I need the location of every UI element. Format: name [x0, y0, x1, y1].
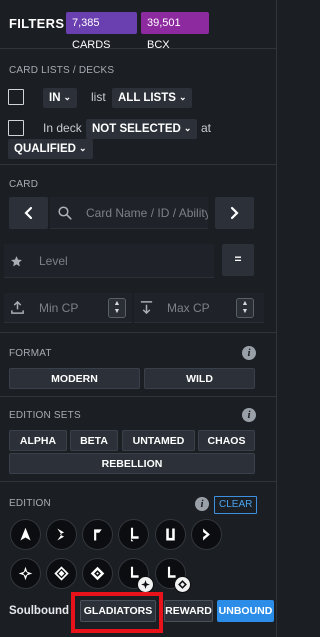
- upload-icon: [11, 300, 24, 314]
- section-divider: [0, 332, 276, 333]
- deck-select-value: NOT SELECTED: [92, 123, 181, 135]
- list-select[interactable]: ALL LISTS ⌄: [112, 88, 193, 108]
- level-operator-button[interactable]: =: [222, 244, 254, 276]
- deck-format-select-value: QUALIFIED: [14, 143, 76, 155]
- soulbound-unbound-button[interactable]: UNBOUND: [217, 600, 274, 622]
- rift-edition-icon[interactable]: [46, 558, 77, 589]
- info-icon[interactable]: i: [195, 497, 209, 511]
- caret-down-icon: ▼: [113, 308, 121, 315]
- bcx-count-badge: 39,501 BCX: [141, 12, 209, 51]
- caret-up-icon: ▲: [241, 300, 249, 307]
- edition-set-beta-button[interactable]: BETA: [70, 430, 118, 451]
- list-select-value: ALL LISTS: [118, 92, 176, 104]
- format-label: FORMAT: [9, 348, 52, 359]
- level-input[interactable]: Level: [4, 244, 214, 278]
- edition-set-alpha-button[interactable]: ALPHA: [9, 430, 67, 451]
- max-cp-placeholder: Max CP: [167, 301, 210, 315]
- chevron-down-icon: ⌄: [78, 143, 87, 153]
- edition-sets-label: EDITION SETS: [9, 410, 81, 421]
- chevron-left-icon: [24, 206, 33, 220]
- deck-filter-checkbox[interactable]: [8, 120, 24, 136]
- star-icon: [11, 256, 22, 267]
- edition-set-chaos-button[interactable]: CHAOS: [198, 430, 255, 451]
- in-select-value: IN: [49, 92, 61, 104]
- max-cp-stepper[interactable]: ▲ ▼: [236, 298, 254, 318]
- filters-title: FILTERS: [9, 16, 65, 31]
- at-text: at: [201, 121, 212, 135]
- untamed-edition-icon[interactable]: [155, 519, 186, 550]
- info-icon[interactable]: i: [242, 346, 256, 360]
- deck-format-select[interactable]: QUALIFIED ⌄: [8, 139, 93, 159]
- chevron-down-icon: ⌄: [63, 92, 72, 102]
- card-search-input[interactable]: Card Name / ID / Ability: [50, 197, 208, 229]
- min-cp-input[interactable]: Min CP ▲ ▼: [4, 293, 132, 323]
- beta-edition-icon[interactable]: [46, 519, 77, 550]
- format-modern-button[interactable]: MODERN: [9, 368, 140, 389]
- list-text: list: [91, 90, 106, 104]
- card-search-placeholder: Card Name / ID / Ability: [86, 206, 208, 220]
- section-divider: [0, 164, 276, 165]
- edition-label: EDITION: [9, 498, 51, 509]
- header-divider: [0, 48, 276, 49]
- in-deck-text: In deck: [43, 121, 82, 135]
- download-icon: [140, 301, 153, 315]
- max-cp-input[interactable]: Max CP ▲ ▼: [134, 293, 264, 323]
- soulbound-gladiators-button[interactable]: GLADIATORS: [80, 600, 156, 622]
- min-cp-stepper[interactable]: ▲ ▼: [108, 298, 126, 318]
- promo-edition-icon[interactable]: [82, 519, 113, 550]
- cards-count-badge: 7,385 CARDS: [66, 12, 137, 51]
- chevron-right-icon: [230, 206, 239, 220]
- soulbound-label: Soulbound: [9, 605, 70, 617]
- deck-select[interactable]: NOT SELECTED ⌄: [86, 119, 198, 139]
- format-wild-button[interactable]: WILD: [144, 368, 255, 389]
- chevron-down-icon: ⌄: [178, 92, 187, 102]
- clear-editions-button[interactable]: CLEAR: [214, 496, 258, 514]
- reward-edition-icon[interactable]: [118, 519, 149, 550]
- chevron-down-icon: ⌄: [183, 123, 192, 133]
- soulbound-reward-button[interactable]: REWARD: [164, 600, 213, 622]
- in-select[interactable]: IN ⌄: [43, 88, 78, 108]
- caret-down-icon: ▼: [241, 308, 249, 315]
- chaos-sub-icon: [137, 576, 154, 593]
- search-icon: [58, 206, 72, 220]
- card-label: CARD: [9, 179, 39, 190]
- level-placeholder: Level: [39, 254, 68, 268]
- list-filter-checkbox[interactable]: [8, 89, 24, 105]
- section-divider: [0, 396, 276, 397]
- edition-set-untamed-button[interactable]: UNTAMED: [122, 430, 195, 451]
- info-icon[interactable]: i: [242, 408, 256, 422]
- rebellion-edition-icon[interactable]: [82, 558, 113, 589]
- alpha-edition-icon[interactable]: [10, 519, 41, 550]
- rebellion-sub-icon: [174, 576, 191, 593]
- card-lists-label: CARD LISTS / DECKS: [9, 65, 115, 76]
- section-divider: [0, 481, 276, 482]
- prev-button[interactable]: [9, 197, 48, 229]
- min-cp-placeholder: Min CP: [39, 301, 79, 315]
- next-button[interactable]: [215, 197, 254, 229]
- right-edge-divider: [276, 0, 277, 637]
- edition-set-rebellion-button[interactable]: REBELLION: [9, 453, 255, 474]
- dice-edition-icon[interactable]: [191, 519, 222, 550]
- caret-up-icon: ▲: [113, 300, 121, 307]
- chaos-edition-icon[interactable]: [10, 558, 41, 589]
